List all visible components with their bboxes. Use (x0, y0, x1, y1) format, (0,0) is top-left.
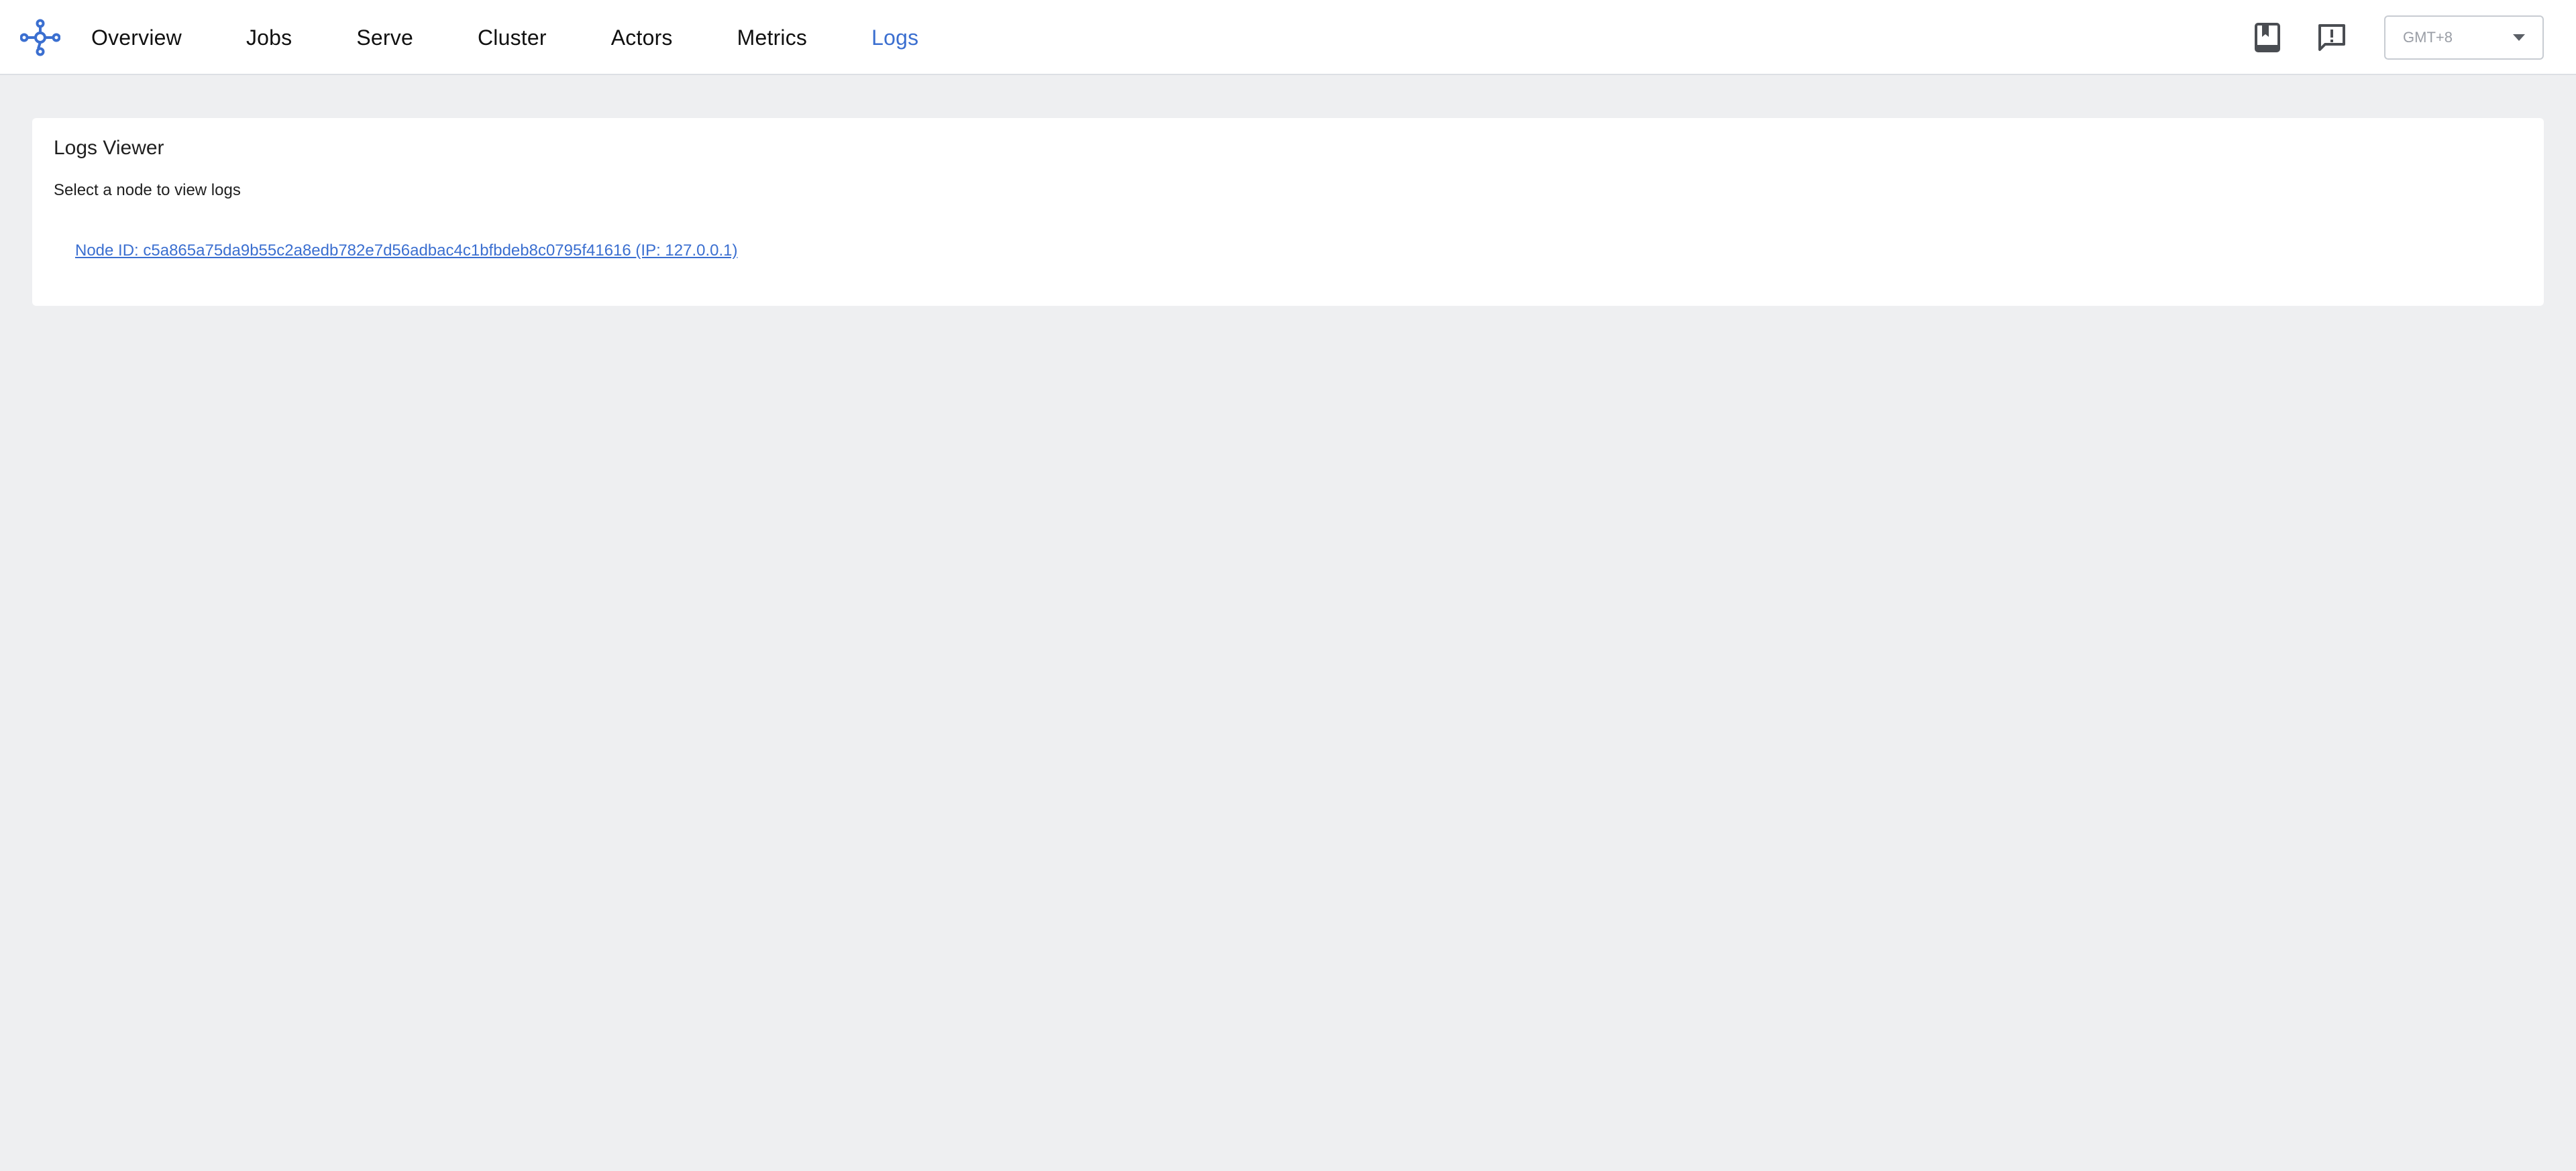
nav-item-overview[interactable]: Overview (91, 25, 182, 50)
nav-item-cluster[interactable]: Cluster (478, 25, 547, 50)
book-icon-graphic (2255, 23, 2280, 52)
top-navigation-bar: Overview Jobs Serve Cluster Actors Metri… (0, 0, 2576, 75)
chevron-down-icon (2513, 34, 2525, 41)
feedback-icon-graphic (2318, 24, 2345, 51)
nav-item-logs[interactable]: Logs (871, 25, 918, 50)
ray-logo-graphic (20, 19, 60, 56)
timezone-select[interactable]: GMT+8 (2384, 15, 2544, 60)
logs-viewer-subtitle: Select a node to view logs (54, 181, 241, 199)
nav-item-serve[interactable]: Serve (356, 25, 413, 50)
ray-logo-icon[interactable] (19, 18, 62, 57)
header-tools: GMT+8 (2249, 0, 2544, 75)
nav-item-jobs[interactable]: Jobs (246, 25, 292, 50)
nav-item-actors[interactable]: Actors (611, 25, 673, 50)
page-title: Logs Viewer (54, 137, 164, 159)
logs-viewer-card: Logs Viewer Select a node to view logs N… (32, 118, 2544, 306)
nav-item-metrics[interactable]: Metrics (737, 25, 808, 50)
node-link[interactable]: Node ID: c5a865a75da9b55c2a8edb782e7d56a… (75, 241, 738, 260)
feedback-icon[interactable] (2313, 19, 2351, 56)
book-icon[interactable] (2249, 19, 2286, 56)
main-nav: Overview Jobs Serve Cluster Actors Metri… (91, 0, 983, 75)
timezone-value: GMT+8 (2403, 29, 2453, 46)
